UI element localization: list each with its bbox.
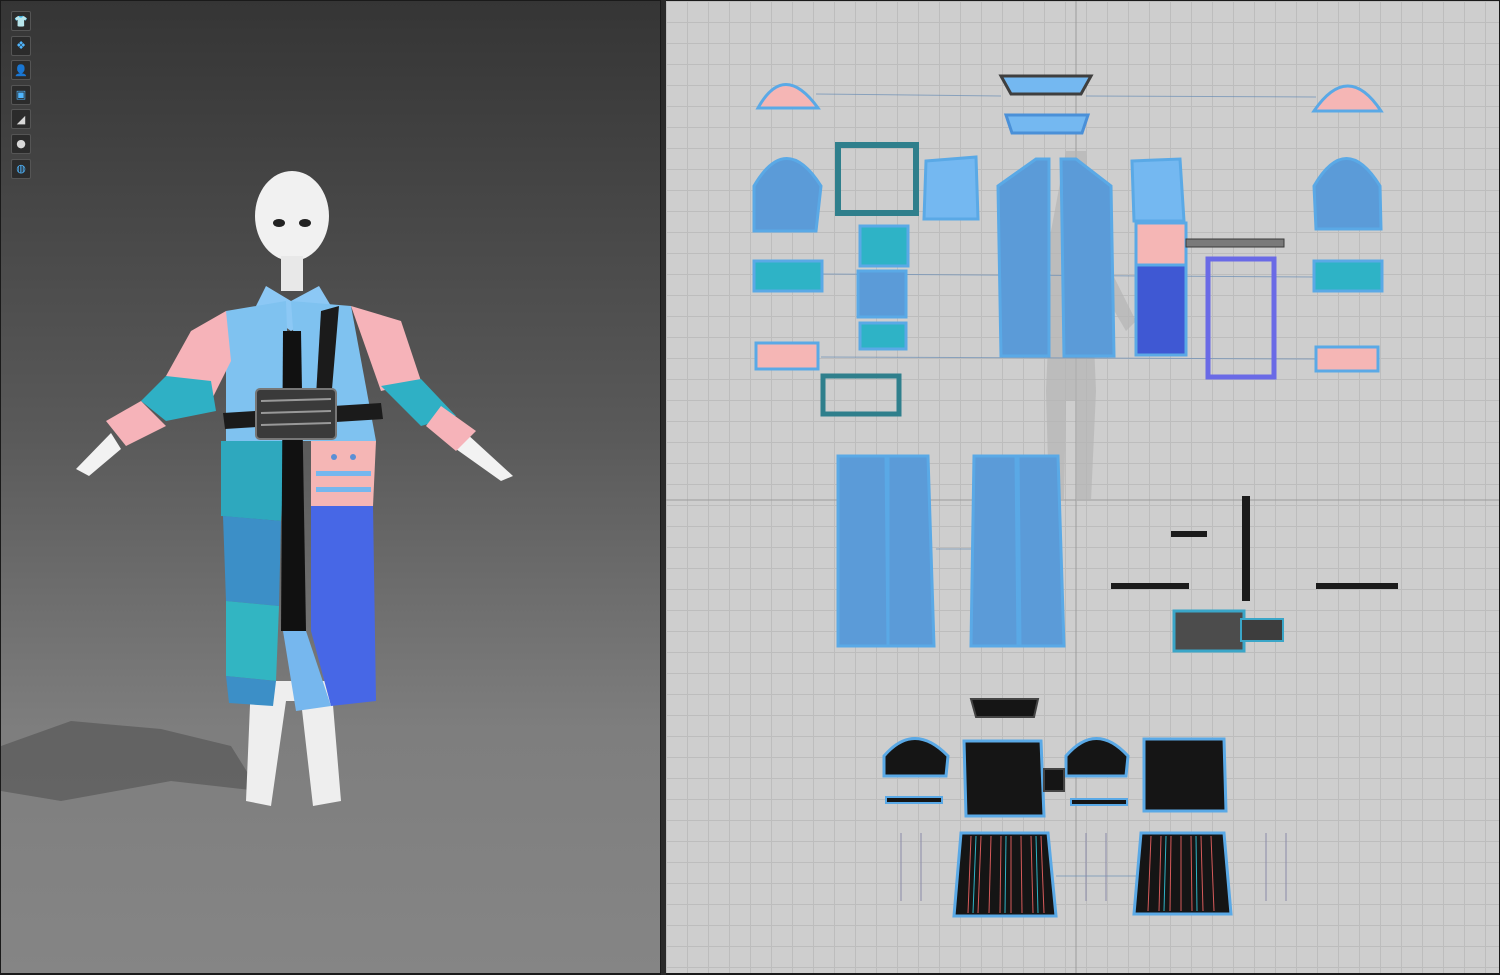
pattern-black-band-left bbox=[885, 796, 943, 804]
pattern-yoke-right bbox=[1130, 157, 1186, 223]
pattern-blue-strip bbox=[856, 269, 908, 319]
pattern-teal-panel-1 bbox=[752, 259, 824, 293]
pattern-bag-lid bbox=[1240, 618, 1284, 642]
avatar-right-eye bbox=[299, 219, 311, 227]
pattern-collar-stand bbox=[1003, 113, 1091, 135]
pattern-pocket-frame bbox=[835, 142, 919, 216]
coat-left-lower-teal bbox=[221, 441, 286, 521]
pattern-black-sleeve-left bbox=[882, 737, 950, 778]
pattern-strap-right bbox=[1316, 583, 1398, 589]
pattern-black-small-piece bbox=[1043, 768, 1065, 792]
coat-left-hem-teal bbox=[226, 601, 279, 681]
pattern-teal-strip-2 bbox=[858, 321, 908, 351]
pattern-coat-back-left bbox=[836, 454, 890, 648]
pattern-teal-strip-1 bbox=[858, 224, 910, 268]
pattern-strap-horizontal bbox=[1185, 238, 1285, 248]
pattern-coat-front-left bbox=[969, 454, 1020, 648]
pattern-trouser-right bbox=[1059, 157, 1116, 358]
pattern-yoke-left bbox=[922, 155, 980, 221]
pattern-sleeve-cap-left bbox=[755, 83, 821, 110]
pattern-upper-sleeve-left bbox=[752, 157, 823, 233]
avatar-left-hand bbox=[76, 433, 121, 476]
pattern-strap-left bbox=[1111, 583, 1189, 589]
pattern-black-waistband bbox=[969, 698, 1040, 718]
pattern-canvas bbox=[666, 1, 1499, 973]
pattern-royal-blue-panel bbox=[1134, 263, 1188, 357]
pattern-upper-sleeve-right bbox=[1312, 157, 1383, 231]
pattern-teal-panel-2 bbox=[1312, 259, 1384, 293]
pattern-bag-pieces bbox=[1172, 609, 1246, 653]
pattern-strap-small bbox=[1171, 531, 1207, 537]
pattern-black-bodice-back bbox=[1142, 737, 1228, 813]
avatar-left-eye bbox=[273, 219, 285, 227]
pattern-pink-cuff-right bbox=[1314, 345, 1380, 373]
pattern-coat-front-right bbox=[1016, 454, 1066, 648]
pattern-pink-pocket bbox=[1134, 221, 1188, 267]
pattern-sleeve-cap-right bbox=[1311, 84, 1384, 113]
avatar-head bbox=[255, 171, 329, 261]
pattern-black-sleeve-right bbox=[1064, 737, 1130, 778]
pattern-coat-back-right bbox=[886, 454, 936, 648]
avatar-shadow bbox=[1, 721, 259, 801]
2d-pattern-viewport[interactable] bbox=[666, 1, 1499, 973]
coat-left-hem-blue bbox=[226, 676, 276, 706]
avatar-scene bbox=[1, 171, 513, 806]
pattern-collar-top bbox=[998, 74, 1094, 96]
coat-left-lower-blue bbox=[223, 516, 281, 606]
pattern-trouser-left bbox=[996, 157, 1051, 358]
pattern-pink-cuff-left bbox=[754, 341, 820, 371]
pattern-black-band-right bbox=[1070, 798, 1128, 806]
pattern-small-frame bbox=[820, 373, 902, 417]
pattern-strap-vertical bbox=[1242, 496, 1250, 601]
pattern-black-bodice-front bbox=[962, 739, 1046, 818]
avatar-neck bbox=[281, 256, 303, 291]
chest-bag bbox=[255, 388, 337, 440]
3d-viewport[interactable]: 👕 ❖ 👤 ▣ ◢ ● ◍ bbox=[1, 1, 660, 973]
